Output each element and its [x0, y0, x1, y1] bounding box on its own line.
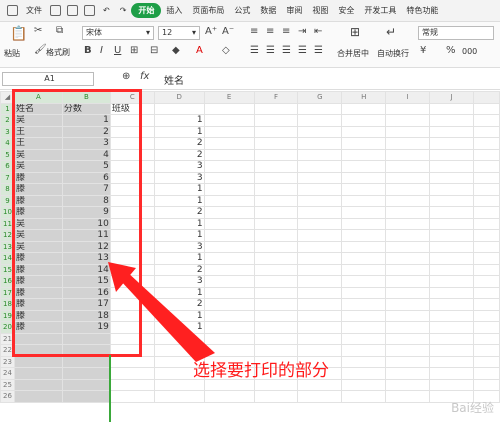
selection-border-line — [109, 355, 111, 422]
watermark-logo: Bai经验 — [451, 401, 494, 415]
annotation-label: 选择要打印的部分 — [193, 361, 329, 381]
arrow-shaft — [120, 271, 215, 362]
